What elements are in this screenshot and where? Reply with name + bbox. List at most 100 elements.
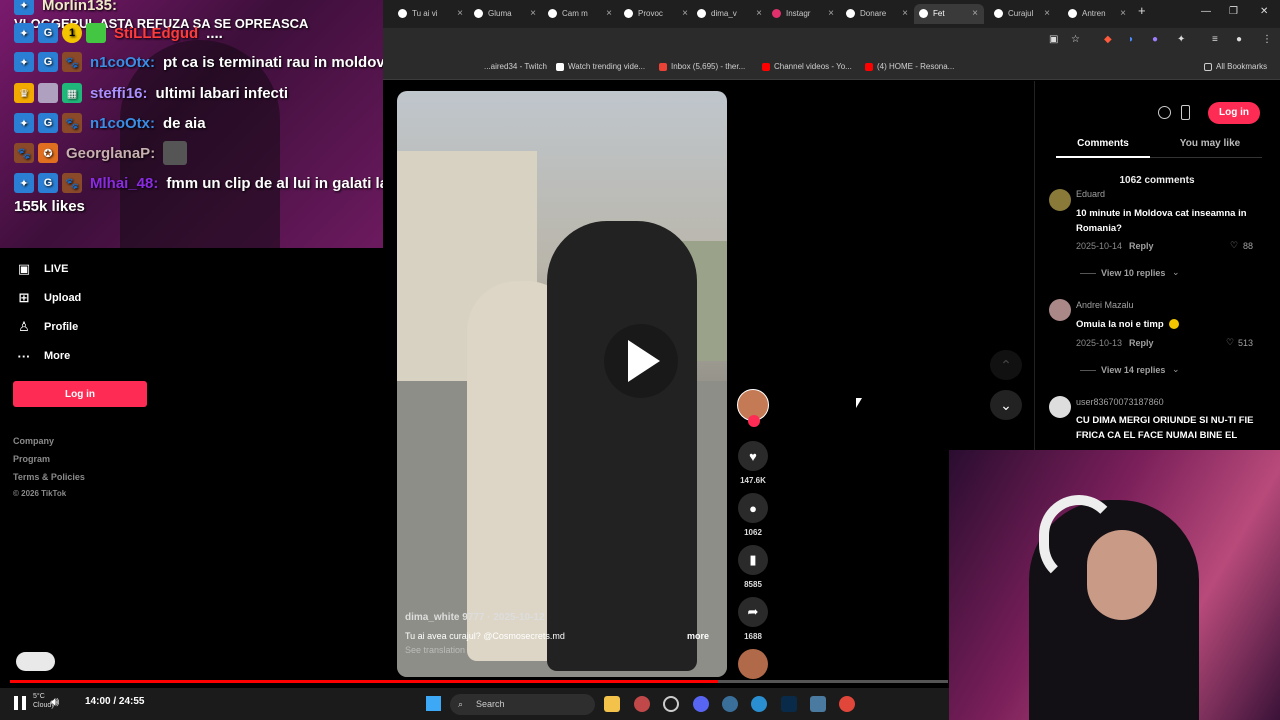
tiktok-icon	[994, 9, 1003, 19]
view-replies-button[interactable]: View 10 replies	[1101, 268, 1165, 278]
tab-3[interactable]: Provoc ×	[624, 4, 688, 24]
login-button[interactable]: Log in	[13, 381, 147, 407]
person-man	[547, 221, 697, 671]
badge-icon: 🐾	[62, 113, 82, 133]
extension-icon[interactable]: ◆	[1104, 34, 1112, 45]
close-icon[interactable]: ×	[682, 4, 688, 24]
app-icon[interactable]	[663, 696, 679, 712]
steam-icon[interactable]	[722, 696, 738, 712]
close-icon[interactable]: ×	[902, 4, 908, 24]
tab-0[interactable]: Tu ai vi ×	[398, 4, 463, 24]
compass-icon[interactable]	[1158, 106, 1171, 119]
media-icon[interactable]: ≡	[1212, 34, 1218, 45]
tab-9[interactable]: Antren ×	[1068, 4, 1126, 24]
new-tab-button[interactable]: +	[1138, 3, 1146, 18]
nav-more[interactable]: ··· More	[16, 346, 71, 366]
play-button[interactable]	[604, 324, 678, 398]
avatar[interactable]	[1049, 189, 1071, 211]
taskbar-search[interactable]: ⌕ Search	[450, 694, 595, 715]
heart-icon: ♥	[749, 448, 757, 464]
tab-4[interactable]: dima_v ×	[697, 4, 762, 24]
extension-icon[interactable]: ◗	[1128, 34, 1134, 45]
close-icon[interactable]: ×	[1120, 4, 1126, 24]
tiktok-icon	[919, 9, 928, 19]
file-explorer-icon[interactable]	[604, 696, 620, 712]
music-disc[interactable]	[738, 649, 768, 679]
reply-button[interactable]: Reply	[1129, 338, 1154, 348]
panel-login-button[interactable]: Log in	[1208, 102, 1260, 124]
profile-avatar[interactable]: ●	[1236, 34, 1242, 45]
footer-company[interactable]: Company	[13, 436, 54, 446]
like-button[interactable]: ♥	[738, 441, 768, 471]
window-close-button[interactable]: ✕	[1260, 6, 1268, 17]
extensions-puzzle-icon[interactable]: ✦	[1177, 34, 1185, 45]
previous-video-button[interactable]: ⌃	[990, 350, 1022, 380]
view-replies-button[interactable]: View 14 replies	[1101, 365, 1165, 375]
get-app-pill[interactable]	[16, 652, 55, 671]
tiktok-icon	[1068, 9, 1077, 19]
bookmark-youtube-home[interactable]: (4) HOME - Resona...	[865, 54, 954, 80]
close-icon[interactable]: ×	[530, 4, 536, 24]
next-video-button[interactable]: ⌄	[990, 390, 1022, 420]
menu-kebab-icon[interactable]: ⋮	[1262, 34, 1272, 45]
save-button[interactable]: ▮	[738, 545, 768, 575]
bookmark-star-icon[interactable]: ☆	[1071, 34, 1080, 45]
tab-6[interactable]: Donare ×	[846, 4, 908, 24]
close-icon[interactable]: ×	[756, 4, 762, 24]
badge-icon: G	[38, 52, 58, 72]
bookmark-gmail[interactable]: Inbox (5,695) - ther...	[659, 54, 745, 80]
discord-icon[interactable]	[693, 696, 709, 712]
comment-username[interactable]: user83670073187860	[1076, 397, 1164, 407]
tab-comments[interactable]: Comments	[1056, 138, 1150, 149]
close-icon[interactable]: ×	[457, 4, 463, 24]
nav-upload[interactable]: ⊞ Upload	[16, 288, 82, 308]
badge-icon: ✦	[14, 173, 34, 193]
extension-icon[interactable]: ●	[1152, 34, 1158, 45]
chat-line: ♛ ▦ steffi16: ultimi labari infecti	[14, 80, 288, 106]
comment-username[interactable]: Eduard	[1076, 189, 1105, 199]
avatar[interactable]	[1049, 396, 1071, 418]
close-icon[interactable]: ×	[972, 4, 978, 24]
install-icon[interactable]: ▣	[1049, 34, 1058, 45]
author-link[interactable]: dima_white 9777	[405, 612, 484, 623]
volume-icon[interactable]: 🔊︎	[51, 694, 59, 710]
app-icon[interactable]	[634, 696, 650, 712]
footer-program[interactable]: Program	[13, 454, 50, 464]
tiktok-icon	[624, 9, 633, 19]
close-icon[interactable]: ×	[606, 4, 612, 24]
pause-icon[interactable]	[14, 696, 26, 710]
chrome-icon[interactable]	[839, 696, 855, 712]
app-icon[interactable]	[751, 696, 767, 712]
photoshop-icon[interactable]	[781, 696, 797, 712]
stream-progress-bar[interactable]	[10, 680, 948, 683]
maximize-button[interactable]: ❐	[1229, 6, 1238, 17]
tab-5[interactable]: Instagr ×	[772, 4, 834, 24]
tab-2[interactable]: Cam m ×	[548, 4, 612, 24]
comment-button[interactable]: ●	[738, 493, 768, 523]
share-button[interactable]: ➦	[738, 597, 768, 627]
nav-live[interactable]: ▣ LIVE	[16, 259, 69, 279]
more-link[interactable]: more	[687, 631, 709, 641]
follow-plus-icon[interactable]	[748, 415, 760, 427]
device-icon[interactable]	[1181, 105, 1190, 120]
see-translation-link[interactable]: See translation	[405, 645, 725, 655]
comment-username[interactable]: Andrei Mazalu	[1076, 300, 1134, 310]
footer-terms[interactable]: Terms & Policies	[13, 472, 85, 482]
steam-icon[interactable]	[810, 696, 826, 712]
tab-7-active[interactable]: Fet ×	[914, 4, 984, 24]
minimize-button[interactable]: —	[1201, 6, 1211, 17]
bookmark-twitch[interactable]: ...aired34 - Twitch	[484, 54, 547, 80]
tab-you-may-like[interactable]: You may like	[1160, 138, 1260, 149]
bookmark-youtube-channel[interactable]: Channel videos - Yo...	[762, 54, 852, 80]
all-bookmarks[interactable]: All Bookmarks	[1204, 54, 1267, 80]
bookmark-tiktok-trending[interactable]: Watch trending vide...	[556, 54, 645, 80]
avatar[interactable]	[1049, 299, 1071, 321]
windows-start-icon[interactable]	[426, 696, 441, 711]
close-icon[interactable]: ×	[1044, 4, 1050, 24]
badge-icon: G	[38, 173, 58, 193]
reply-button[interactable]: Reply	[1129, 241, 1154, 251]
tab-1[interactable]: Gluma ×	[474, 4, 536, 24]
close-icon[interactable]: ×	[828, 4, 834, 24]
tab-8[interactable]: Curajul ×	[994, 4, 1050, 24]
nav-profile[interactable]: ♙ Profile	[16, 317, 78, 337]
